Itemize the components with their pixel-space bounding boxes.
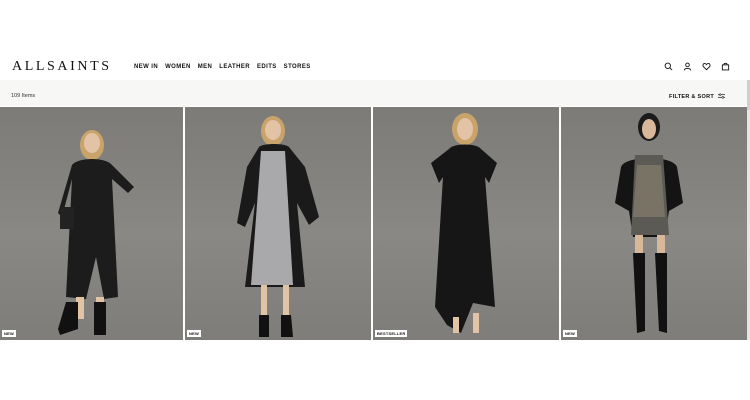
product-card[interactable]: NEW (561, 107, 747, 340)
nav-item-leather[interactable]: LEATHER (219, 64, 250, 70)
nav-item-new-in[interactable]: NEW IN (134, 64, 158, 70)
product-image (237, 116, 319, 337)
sliders-icon (718, 93, 725, 101)
wishlist-heart-icon[interactable] (702, 62, 711, 71)
product-grid: NEW NEW BESTSELLER NEW (0, 107, 747, 340)
product-image (431, 113, 497, 333)
nav-item-men[interactable]: MEN (198, 64, 213, 70)
product-card[interactable]: NEW (0, 107, 183, 340)
product-badge: NEW (563, 330, 577, 337)
product-badge: NEW (187, 330, 201, 337)
search-icon[interactable] (664, 62, 673, 71)
product-image (58, 130, 134, 335)
filter-sort-button[interactable]: FILTER & SORT (669, 93, 725, 101)
product-card[interactable]: BESTSELLER (373, 107, 559, 340)
nav-item-women[interactable]: WOMEN (165, 64, 191, 70)
main-nav: NEW IN WOMEN MEN LEATHER EDITS STORES (134, 64, 318, 70)
product-badge: NEW (2, 330, 16, 337)
listing-toolbar: 109 Items FILTER & SORT (0, 80, 750, 106)
account-icon[interactable] (683, 62, 692, 71)
nav-item-stores[interactable]: STORES (284, 64, 311, 70)
product-image (615, 113, 683, 333)
header-icons (664, 62, 730, 71)
item-count: 109 Items (11, 93, 36, 99)
product-card[interactable]: NEW (185, 107, 371, 340)
filter-sort-label: FILTER & SORT (668, 94, 714, 100)
site-header: ALLSAINTS NEW IN WOMEN MEN LEATHER EDITS… (0, 54, 750, 80)
nav-item-edits[interactable]: EDITS (257, 64, 277, 70)
brand-logo[interactable]: ALLSAINTS (12, 59, 112, 75)
product-badge: BESTSELLER (375, 330, 408, 337)
bag-icon[interactable] (721, 62, 730, 71)
